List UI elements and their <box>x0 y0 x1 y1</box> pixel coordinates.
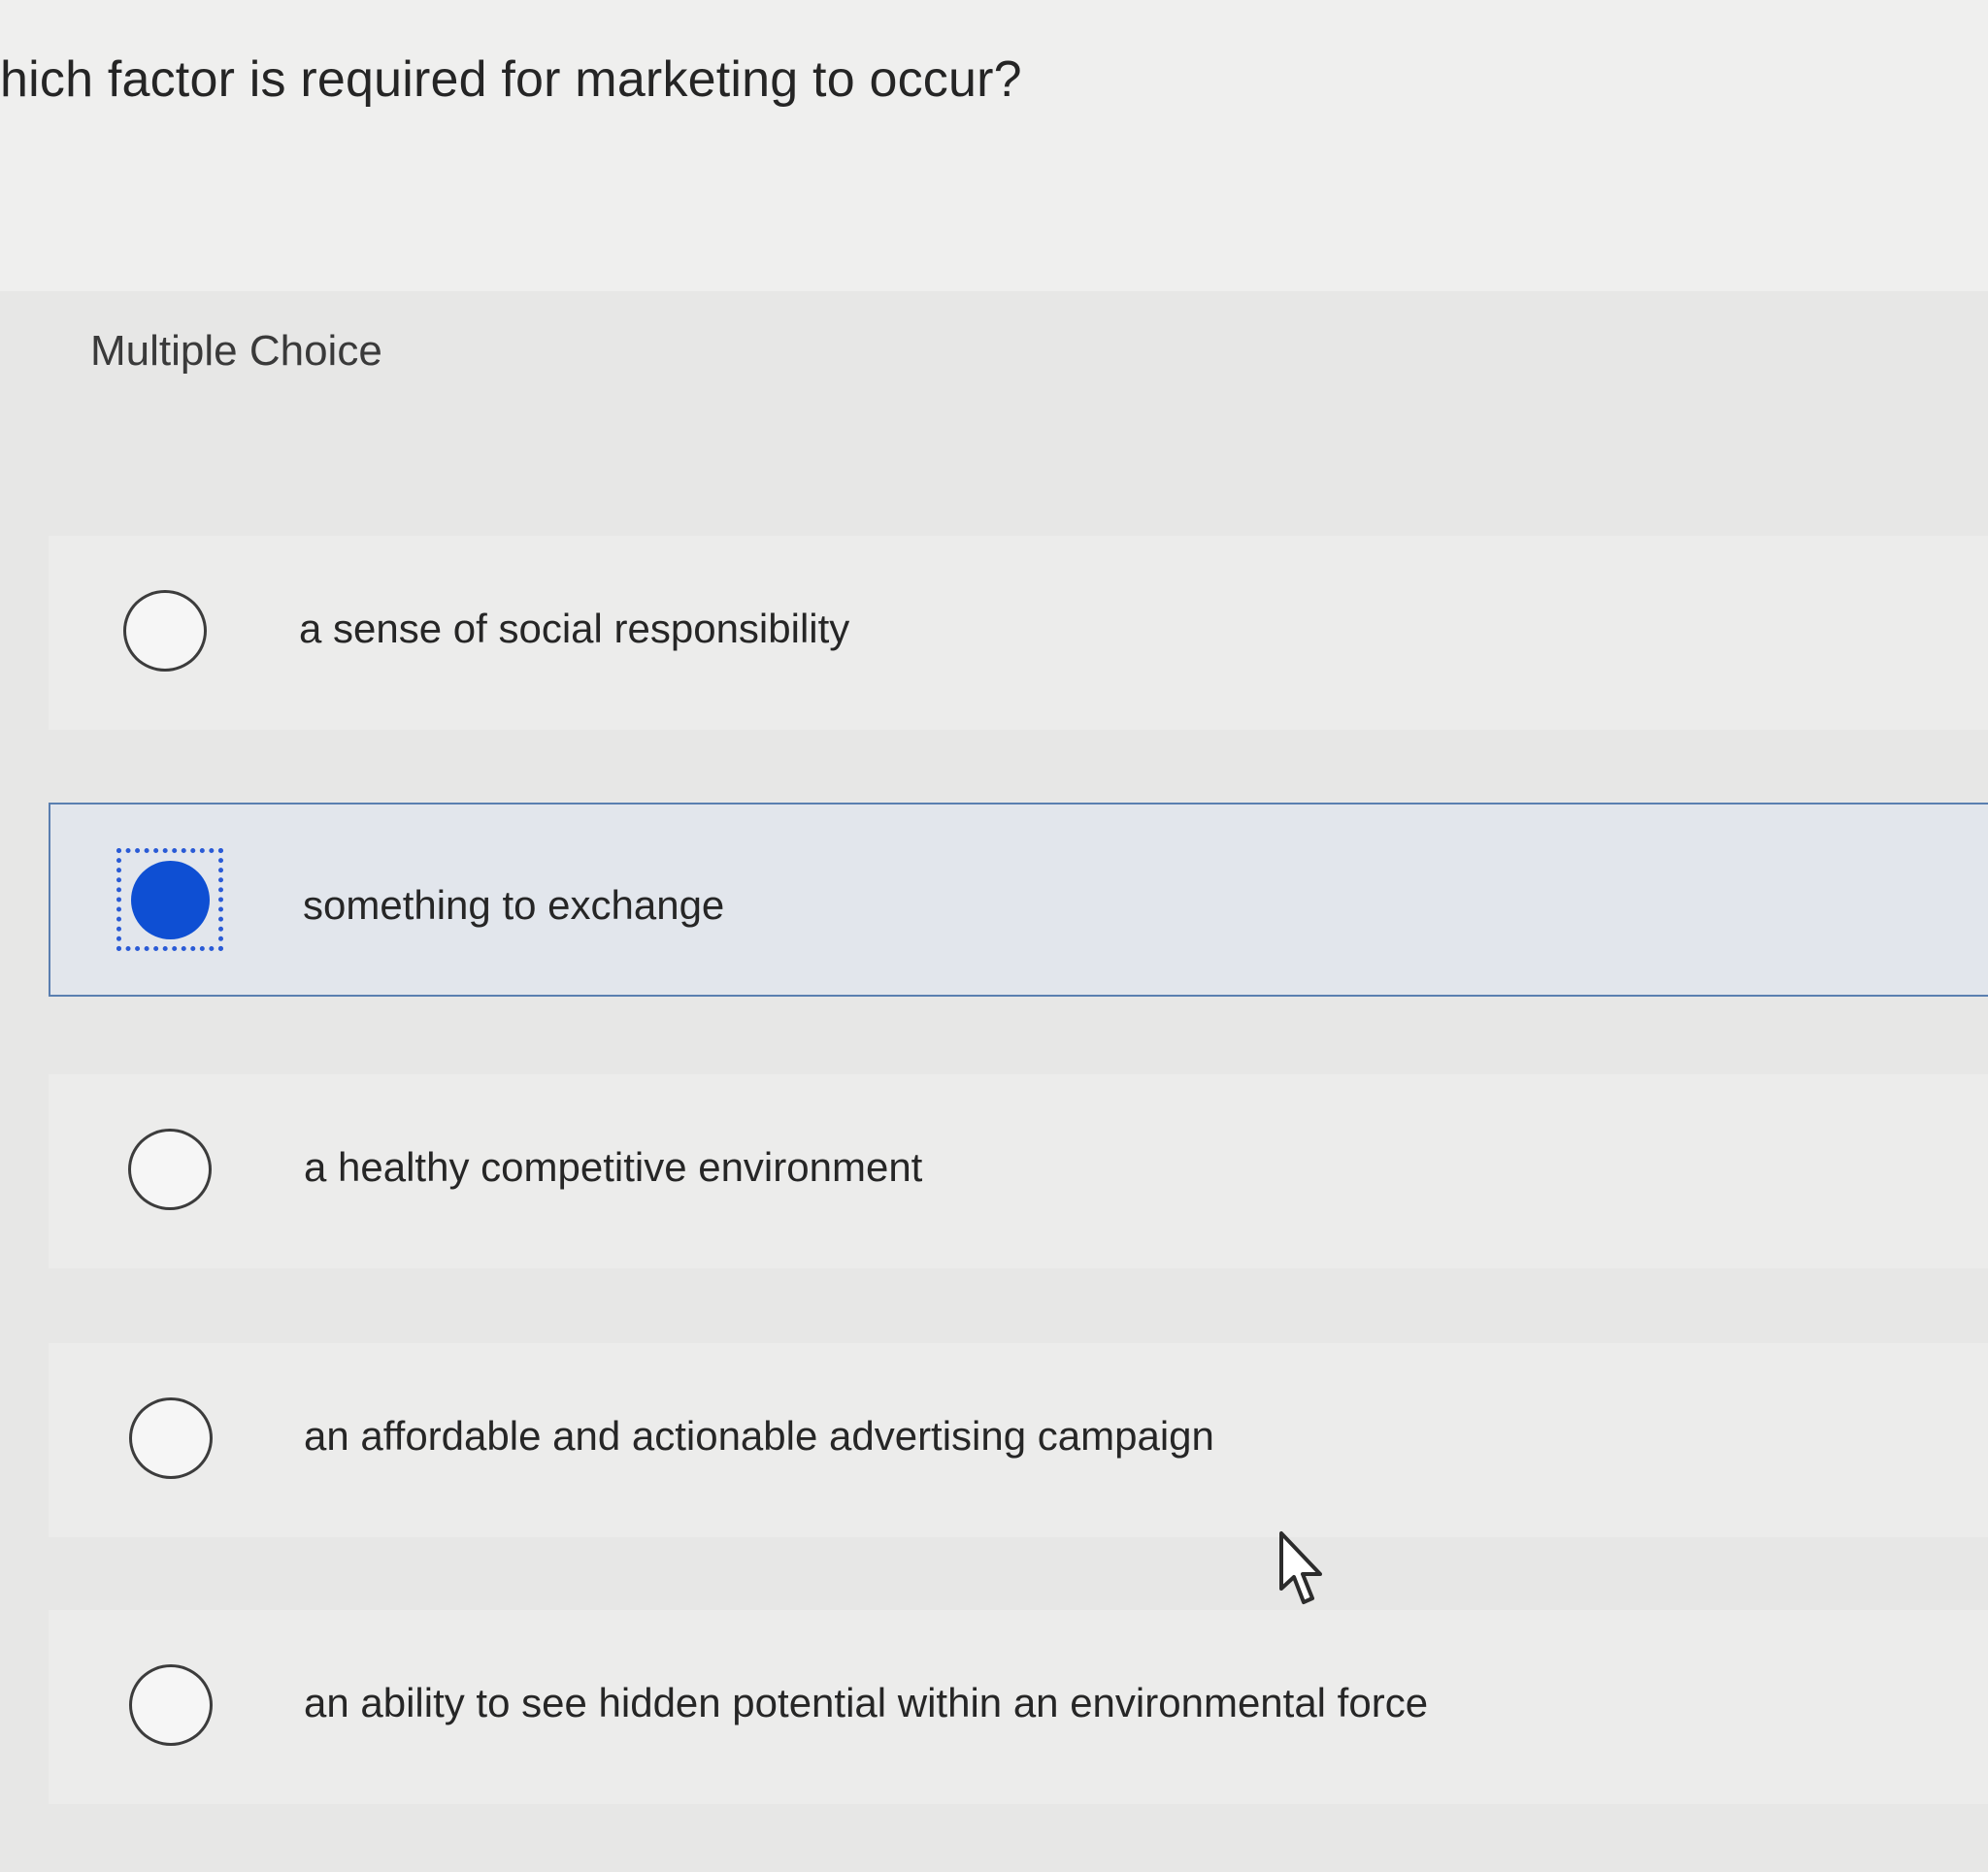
radio-button-unselected[interactable] <box>128 1129 212 1210</box>
choice-label: an affordable and actionable advertising… <box>304 1413 1214 1459</box>
radio-button-unselected[interactable] <box>129 1397 213 1479</box>
question-header: hich factor is required for marketing to… <box>0 0 1988 291</box>
focus-ring <box>116 848 223 951</box>
choice-label: something to exchange <box>303 882 725 928</box>
radio-button-unselected[interactable] <box>123 590 207 672</box>
radio-button-selected[interactable] <box>131 861 210 939</box>
choice-label: a sense of social responsibility <box>299 606 850 651</box>
choice-option-5[interactable]: an ability to see hidden potential withi… <box>49 1610 1988 1804</box>
choice-label: an ability to see hidden potential withi… <box>304 1680 1429 1725</box>
question-text: hich factor is required for marketing to… <box>0 51 1022 108</box>
radio-button-unselected[interactable] <box>129 1664 213 1746</box>
choice-option-1[interactable]: a sense of social responsibility <box>49 536 1988 730</box>
choice-label: a healthy competitive environment <box>304 1144 923 1190</box>
pointer-arrow-icon <box>1279 1531 1322 1604</box>
choice-option-2[interactable]: something to exchange <box>49 803 1988 997</box>
choice-option-3[interactable]: a healthy competitive environment <box>49 1074 1988 1268</box>
question-type-label: Multiple Choice <box>90 327 382 375</box>
choice-option-4[interactable]: an affordable and actionable advertising… <box>49 1343 1988 1537</box>
